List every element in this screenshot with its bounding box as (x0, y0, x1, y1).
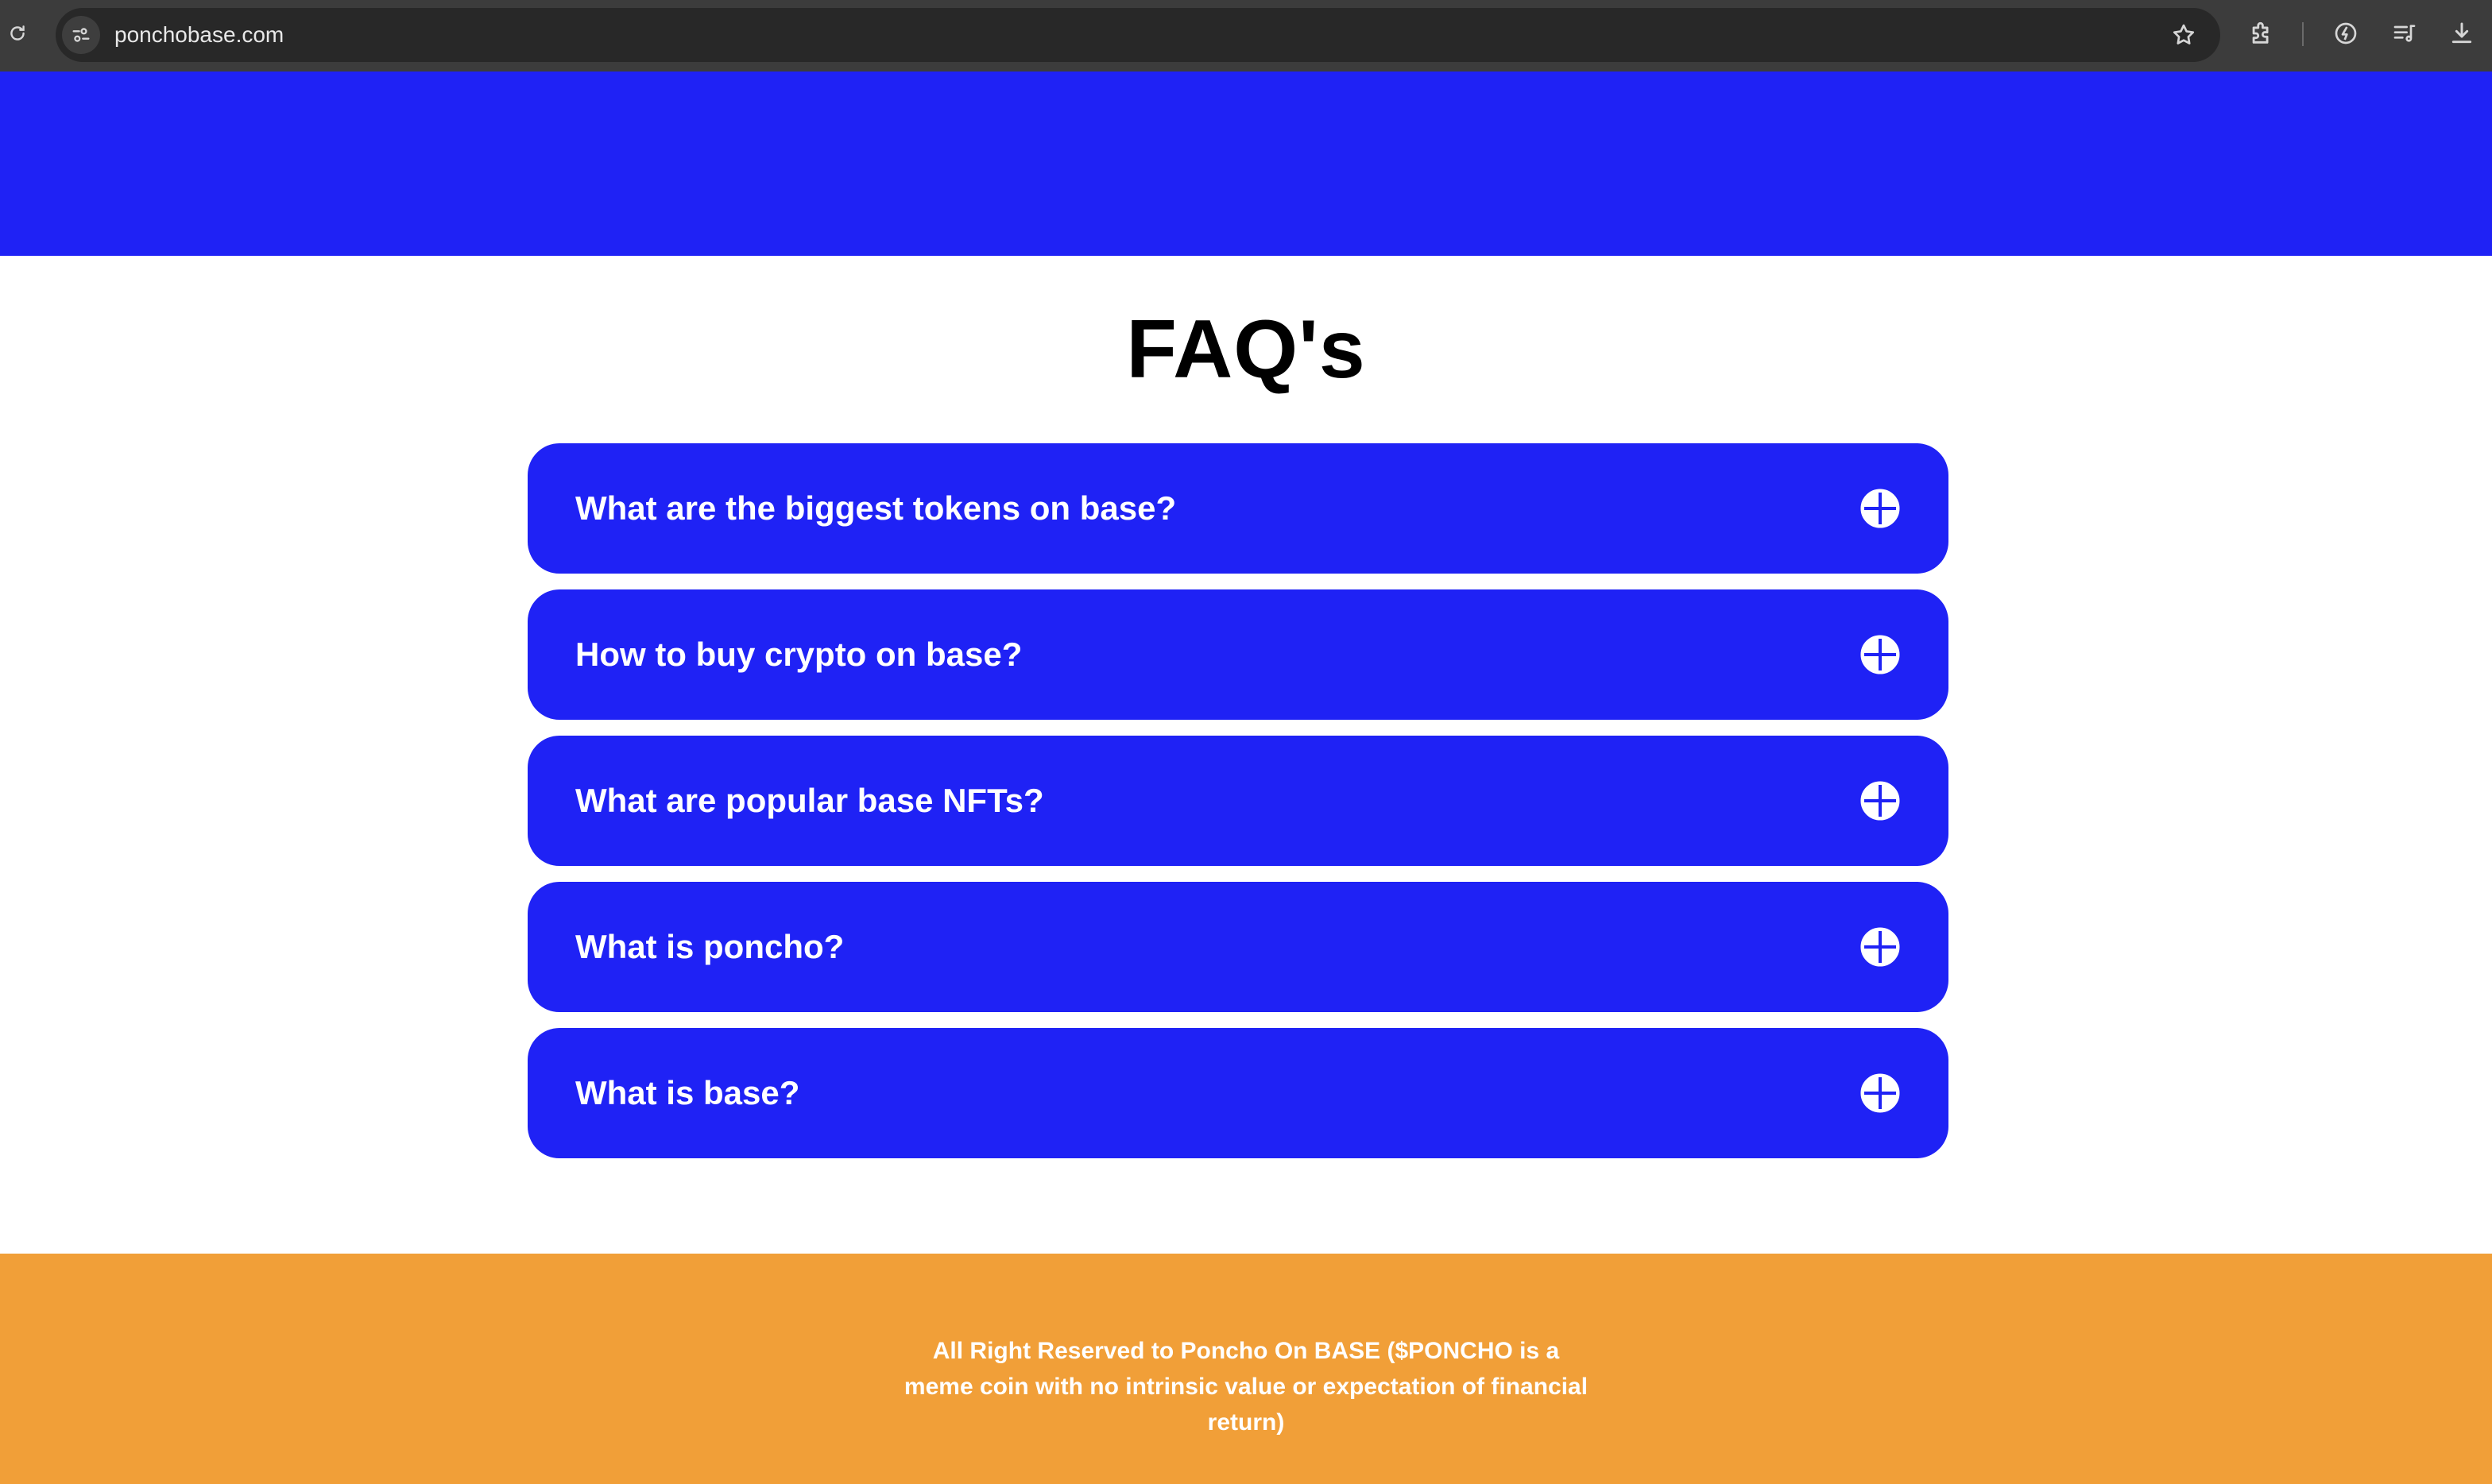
address-bar[interactable]: ponchobase.com (56, 8, 2220, 62)
faq-question: What is base? (575, 1074, 800, 1111)
expand-plus-icon[interactable] (1859, 1072, 1901, 1114)
hero-banner (0, 71, 2492, 256)
expand-plus-icon[interactable] (1859, 780, 1901, 821)
toolbar-divider (2302, 22, 2304, 46)
footer: All Right Reserved to Poncho On BASE ($P… (0, 1254, 2492, 1484)
footer-disclaimer: All Right Reserved to Poncho On BASE ($P… (904, 1338, 1588, 1436)
extensions-icon[interactable] (2246, 17, 2277, 49)
bookmark-star-icon[interactable] (2169, 21, 2198, 49)
faq-question: What are popular base NFTs? (575, 782, 1044, 819)
media-controls-icon[interactable] (2389, 17, 2420, 49)
download-icon[interactable] (2446, 17, 2478, 49)
faq-item[interactable]: What are the biggest tokens on base? (528, 443, 1948, 574)
faq-item[interactable]: How to buy crypto on base? (528, 589, 1948, 720)
expand-plus-icon[interactable] (1859, 488, 1901, 529)
site-info-icon[interactable] (62, 16, 100, 54)
faq-item[interactable]: What is poncho? (528, 882, 1948, 1012)
faq-item[interactable]: What is base? (528, 1028, 1948, 1158)
performance-icon[interactable] (2330, 17, 2362, 49)
reload-icon[interactable] (3, 19, 32, 48)
browser-toolbar: ponchobase.com (0, 0, 2492, 71)
faq-item[interactable]: What are popular base NFTs? (528, 736, 1948, 866)
faq-accordion: What are the biggest tokens on base? How… (528, 443, 1948, 1174)
expand-plus-icon[interactable] (1859, 926, 1901, 968)
faq-question: What is poncho? (575, 928, 845, 965)
faq-question: What are the biggest tokens on base? (575, 489, 1177, 527)
url-text[interactable]: ponchobase.com (114, 8, 284, 62)
faq-heading: FAQ's (1126, 303, 1366, 396)
expand-plus-icon[interactable] (1859, 634, 1901, 675)
faq-question: How to buy crypto on base? (575, 636, 1023, 673)
